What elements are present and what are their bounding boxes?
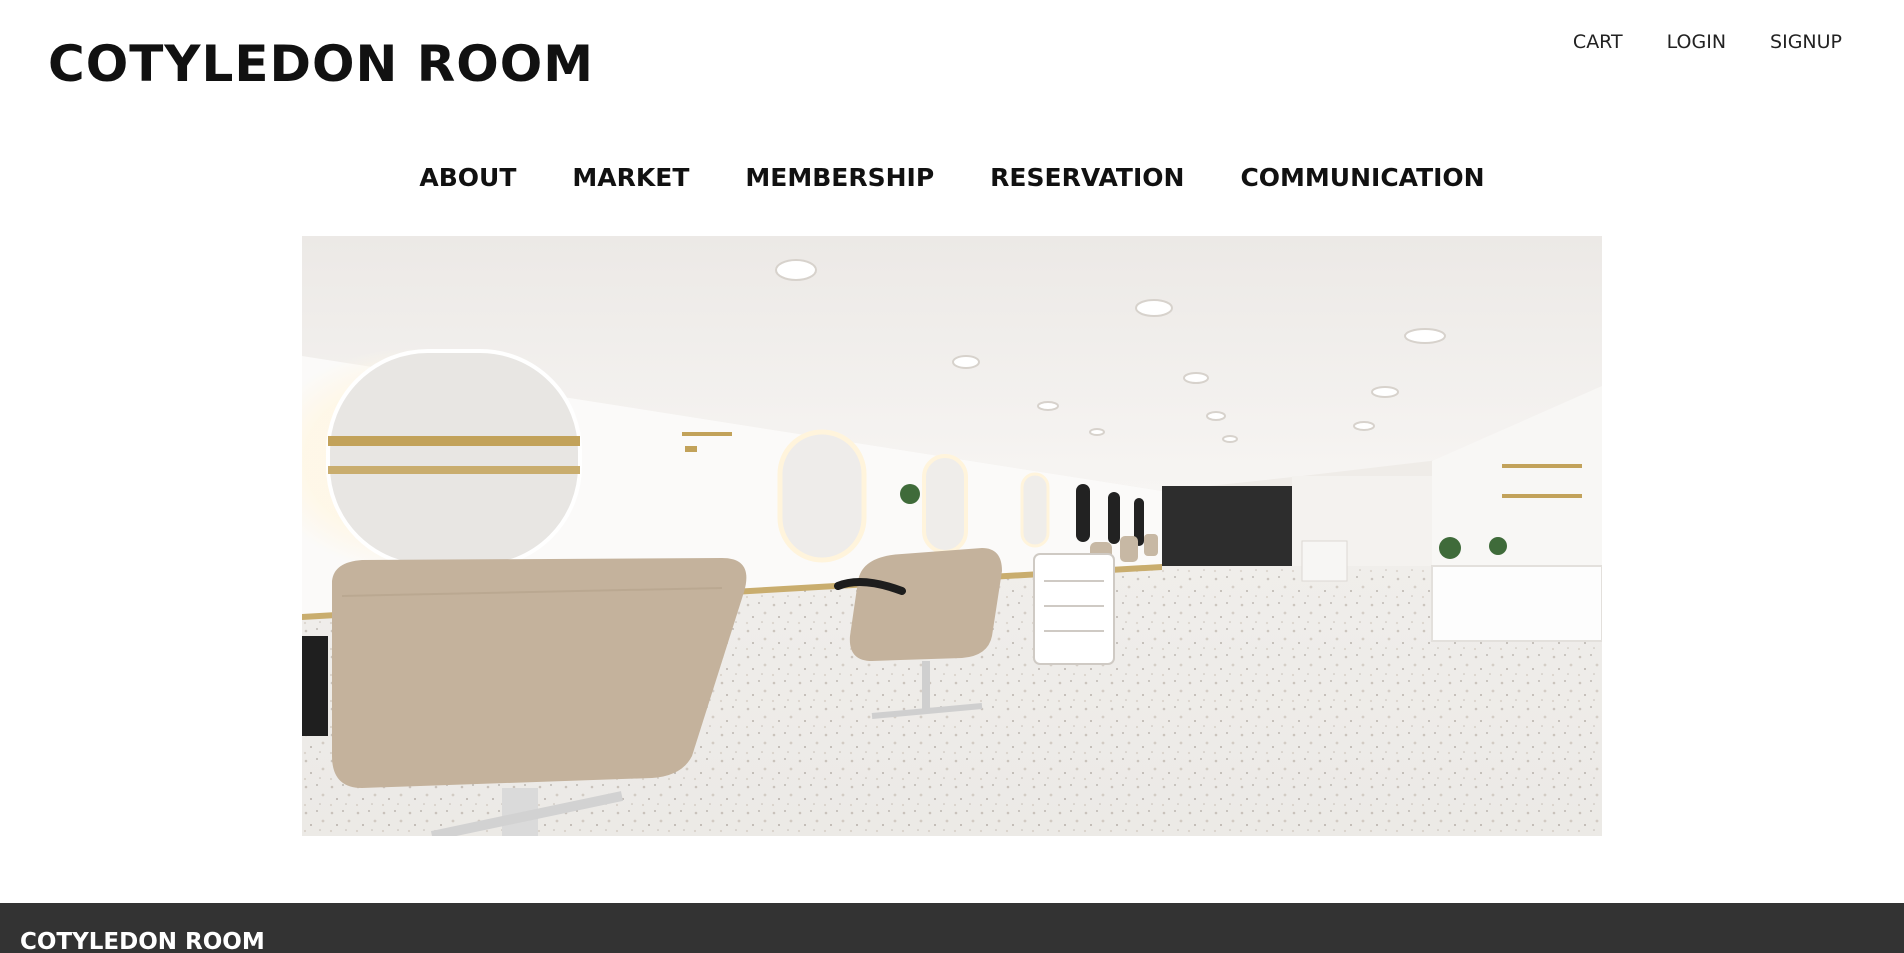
page: COTYLEDON ROOM CART LOGIN SIGNUP ABOUT M… <box>0 0 1904 953</box>
hero-image <box>302 236 1602 836</box>
nav-item-communication[interactable]: COMMUNICATION <box>1240 160 1484 196</box>
footer-brand: COTYLEDON ROOM <box>20 929 265 953</box>
main-nav: ABOUT MARKET MEMBERSHIP RESERVATION COMM… <box>0 160 1904 196</box>
nav-item-membership[interactable]: MEMBERSHIP <box>745 160 934 196</box>
signup-link[interactable]: SIGNUP <box>1770 28 1842 56</box>
utility-nav: CART LOGIN SIGNUP <box>1573 28 1842 56</box>
nav-item-reservation[interactable]: RESERVATION <box>990 160 1184 196</box>
site-logo-title[interactable]: COTYLEDON ROOM <box>48 32 594 96</box>
nav-item-about[interactable]: ABOUT <box>419 160 516 196</box>
salon-interior-illustration <box>302 236 1602 836</box>
login-link[interactable]: LOGIN <box>1667 28 1726 56</box>
nav-item-market[interactable]: MARKET <box>572 160 689 196</box>
cart-link[interactable]: CART <box>1573 28 1623 56</box>
site-footer: COTYLEDON ROOM <box>0 903 1904 953</box>
